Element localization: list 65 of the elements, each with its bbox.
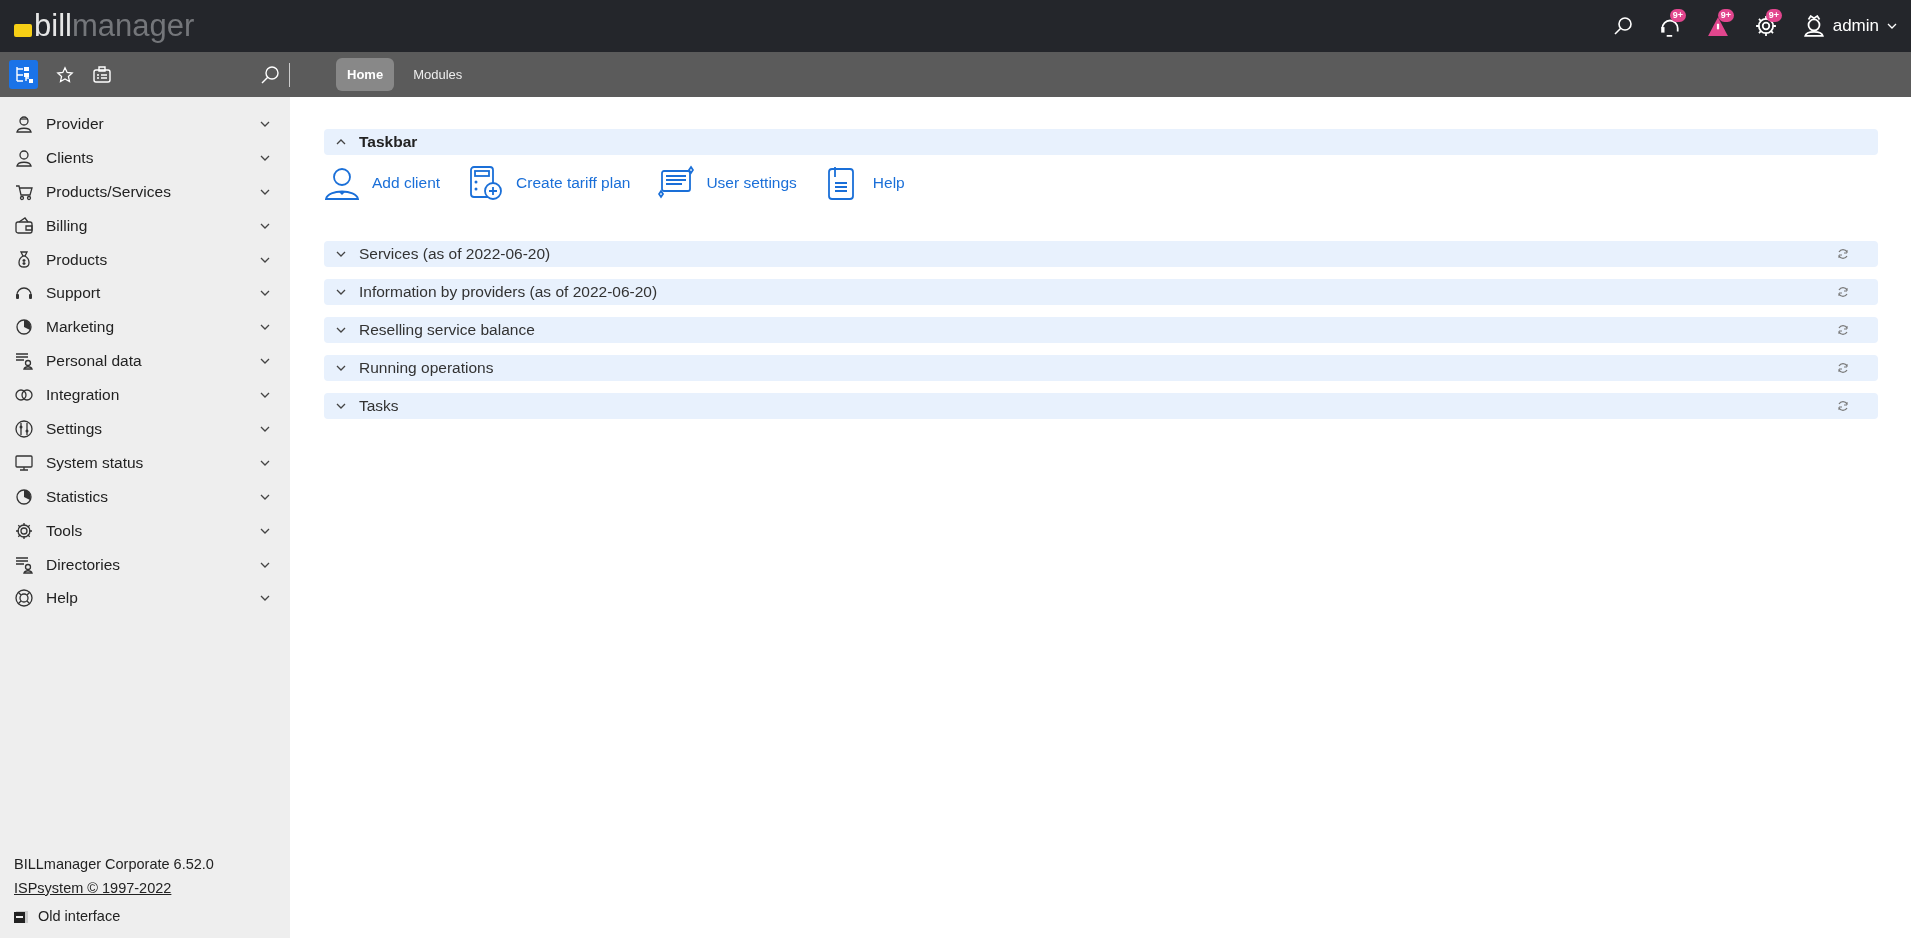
list-person-icon: [14, 351, 34, 372]
pie-chart-icon: [14, 486, 34, 507]
tab[interactable]: Modules: [402, 58, 474, 91]
sidebar-item[interactable]: Help: [0, 581, 290, 616]
monitor-icon: [14, 452, 34, 473]
taskbar-link[interactable]: User settings: [706, 174, 797, 192]
sidebar-item[interactable]: Provider: [0, 107, 290, 141]
refresh-icon[interactable]: [1836, 323, 1850, 337]
section-header[interactable]: Services (as of 2022-06-20): [324, 241, 1878, 267]
section-header[interactable]: Information by providers (as of 2022-06-20): [324, 279, 1878, 305]
gear-icon: [14, 520, 34, 541]
sidebar-item[interactable]: Clients: [0, 140, 290, 175]
sidebar-item[interactable]: Directories: [0, 547, 290, 582]
notification-badge: 9+: [1669, 9, 1686, 22]
sliders-icon: [14, 418, 34, 439]
section-header[interactable]: Tasks: [324, 393, 1878, 419]
sidebar-item[interactable]: Products/Services: [0, 174, 290, 209]
old-interface-link[interactable]: Old interface: [38, 908, 121, 924]
search-icon[interactable]: [260, 64, 280, 85]
search-icon[interactable]: [1612, 16, 1633, 36]
refresh-icon[interactable]: [1836, 285, 1850, 299]
caret-icon: [1887, 23, 1897, 29]
window-icon: [14, 909, 28, 923]
id-card-icon[interactable]: [92, 64, 112, 85]
person-icon: [324, 165, 360, 201]
tree-icon: [13, 64, 34, 85]
sidebar-item[interactable]: Billing: [0, 208, 290, 243]
logo-mark: [14, 23, 32, 37]
pie-chart-icon: [14, 317, 34, 338]
copyright-link[interactable]: ISPsystem © 1997-2022: [14, 880, 172, 896]
tab[interactable]: Home: [336, 58, 395, 91]
section-header[interactable]: Taskbar: [324, 129, 1878, 155]
list-card-icon: [658, 165, 695, 201]
logo-text: manager: [71, 8, 195, 44]
user-name[interactable]: admin: [1832, 16, 1879, 36]
list-person-icon: [14, 554, 34, 575]
tree-view-button[interactable]: [9, 60, 38, 89]
taskbar-link[interactable]: Create tariff plan: [516, 174, 631, 192]
version-text: BILLmanager Corporate 6.52.0: [14, 856, 215, 872]
sidebar-item[interactable]: Products: [0, 242, 290, 277]
sidebar-item[interactable]: Statistics: [0, 479, 290, 514]
sidebar-item[interactable]: Tools: [0, 513, 290, 548]
person-icon: [14, 113, 34, 134]
wallet-icon: [14, 215, 34, 236]
notification-badge: 9+: [1765, 9, 1782, 22]
refresh-icon[interactable]: [1836, 361, 1850, 375]
logo-text: bill: [34, 8, 72, 44]
sidebar-item[interactable]: Settings: [0, 412, 290, 446]
user-avatar-icon[interactable]: [1802, 15, 1825, 37]
calculator-plus-icon: [468, 165, 505, 201]
sidebar-item[interactable]: System status: [0, 445, 290, 480]
taskbar-link[interactable]: Add client: [372, 174, 441, 192]
notification-badge: 9+: [1717, 9, 1734, 22]
star-icon[interactable]: [56, 65, 74, 84]
refresh-icon[interactable]: [1836, 399, 1850, 413]
taskbar-link[interactable]: Help: [872, 174, 905, 192]
sidebar-item[interactable]: Personal data: [0, 344, 290, 379]
section-header[interactable]: Running operations: [324, 355, 1878, 381]
sidebar-item[interactable]: Marketing: [0, 310, 290, 345]
person-icon: [14, 147, 34, 168]
section-header[interactable]: Reselling service balance: [324, 317, 1878, 343]
refresh-icon[interactable]: [1836, 247, 1850, 261]
sidebar-item[interactable]: Support: [0, 276, 290, 311]
sidebar-item[interactable]: Integration: [0, 378, 290, 412]
lifebuoy-icon: [14, 588, 34, 609]
